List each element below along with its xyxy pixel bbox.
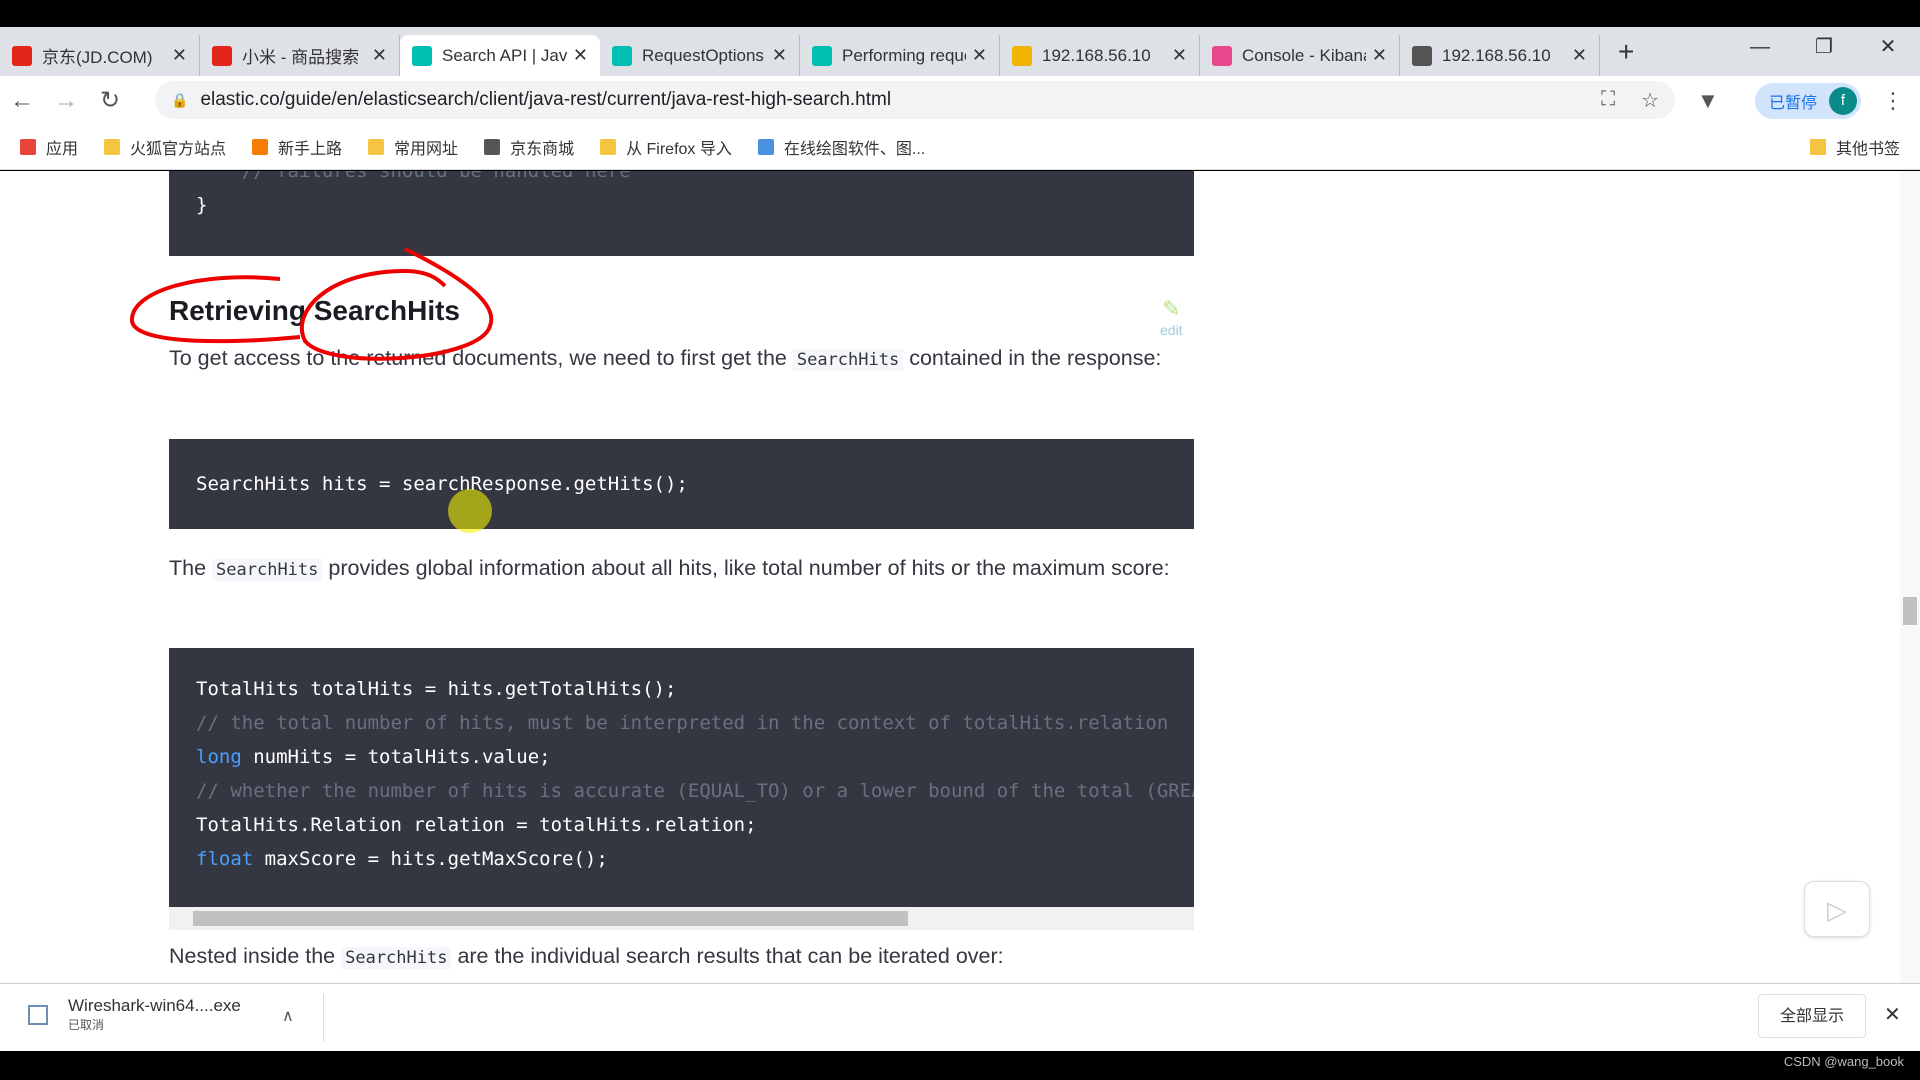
bookmark-label: 京东商城 xyxy=(510,141,575,158)
paused-label: 已暂停 xyxy=(1769,95,1818,112)
folder-icon xyxy=(1809,139,1826,155)
address-bar[interactable]: 🔒 elastic.co/guide/en/elasticsearch/clie… xyxy=(155,81,1675,119)
tab[interactable]: Performing requests ✕ xyxy=(800,35,1000,76)
tab[interactable]: 192.168.56.10 ✕ xyxy=(1000,35,1200,76)
globe-icon xyxy=(1412,45,1432,66)
bookmark-label: 应用 xyxy=(46,141,79,158)
bookmark[interactable]: 常用网址 xyxy=(368,135,458,159)
elastic-icon xyxy=(612,45,632,66)
kibana-icon xyxy=(1212,45,1232,66)
tab-title: 192.168.56.10 xyxy=(1442,45,1551,65)
download-status: 已取消 xyxy=(68,1018,105,1032)
window-controls: — ❐ ✕ xyxy=(1728,27,1920,67)
tab[interactable]: RequestOptions ✕ xyxy=(600,35,800,76)
bookmark[interactable]: 在线绘图软件、图... xyxy=(757,135,926,159)
bookmark[interactable]: 应用 xyxy=(20,135,78,159)
tab-title: Performing requests xyxy=(842,45,966,65)
bookmark-label: 常用网址 xyxy=(394,141,459,158)
bookmark-label: 其他书签 xyxy=(1835,141,1900,158)
bookmark-label: 从 Firefox 导入 xyxy=(626,141,732,158)
bookmark-icon xyxy=(600,139,617,155)
tab[interactable]: 京东(JD.COM) ✕ xyxy=(0,35,200,76)
divider xyxy=(323,994,324,1042)
top-bar xyxy=(0,0,1920,27)
tab-close-icon[interactable]: ✕ xyxy=(573,45,588,66)
cursor-highlight xyxy=(448,489,492,533)
elasticsearch-icon xyxy=(1012,45,1032,66)
tab-title: RequestOptions xyxy=(642,45,764,65)
tab[interactable]: 小米 - 商品搜索 ✕ xyxy=(200,35,400,76)
tab[interactable]: Search API | Java ✕ xyxy=(400,35,600,76)
tab-close-icon[interactable]: ✕ xyxy=(1372,45,1387,66)
bookmark[interactable]: 火狐官方站点 xyxy=(104,135,226,159)
bookmark-label: 在线绘图软件、图... xyxy=(783,141,926,158)
tab-strip: 京东(JD.COM) ✕ 小米 - 商品搜索 ✕ Search API | Java ✕ R… xyxy=(0,27,1920,76)
profile-paused-button[interactable]: 已暂停 f xyxy=(1755,83,1861,119)
annotation-circle xyxy=(299,247,494,361)
bookmark-icon xyxy=(252,139,269,155)
tab-title: 192.168.56.10 xyxy=(1042,45,1151,65)
show-all-button[interactable]: 全部显示 xyxy=(1758,994,1866,1038)
bookmarks-bar: 应用 火狐官方站点 新手上路 常用网址 京东商城 从 Firefox 导入 在线绘图软件、图… xyxy=(0,125,1920,170)
page-scrollbar[interactable] xyxy=(1900,171,1920,983)
toolbar: ← → ↻ 🔒 elastic.co/guide/en/elasticsearc… xyxy=(0,76,1920,125)
annotation-circle xyxy=(129,275,301,344)
video-play-button[interactable]: ▷ xyxy=(1804,881,1870,937)
bookmark-label: 火狐官方站点 xyxy=(130,141,227,158)
bookmark-other[interactable]: 其他书签 xyxy=(1809,135,1900,159)
bookmark[interactable]: 从 Firefox 导入 xyxy=(600,135,732,159)
jd-icon xyxy=(12,45,32,66)
tab-close-icon[interactable]: ✕ xyxy=(1572,45,1587,66)
extension-icon[interactable]: ▼ xyxy=(1697,88,1719,114)
jd-icon xyxy=(212,45,232,66)
bookmark-icon xyxy=(484,139,501,155)
menu-icon[interactable]: ⋮ xyxy=(1882,88,1904,114)
download-filename: Wireshark-win64....exe xyxy=(68,996,241,1015)
downloads-bar: Wireshark-win64....exe 已取消 ∧ 全部显示 ✕ xyxy=(0,983,1920,1051)
bookmark-icon xyxy=(104,139,121,155)
file-icon xyxy=(28,1004,48,1025)
red-annotation xyxy=(129,247,494,533)
reload-button[interactable]: ↻ xyxy=(88,86,132,115)
chevron-up-icon[interactable]: ∧ xyxy=(282,1006,294,1026)
elastic-icon xyxy=(812,45,832,66)
restore-button[interactable]: ❐ xyxy=(1792,27,1856,67)
download-item[interactable]: Wireshark-win64....exe 已取消 xyxy=(28,996,241,1033)
bookmark[interactable]: 新手上路 xyxy=(252,135,342,159)
lock-icon: 🔒 xyxy=(171,91,189,108)
tab-title: 京东(JD.COM) xyxy=(42,48,153,67)
watermark: CSDN @wang_book xyxy=(1783,1054,1904,1069)
back-button[interactable]: ← xyxy=(0,87,44,115)
scrollbar-thumb[interactable] xyxy=(1903,597,1917,625)
tab-title: Search API | Java xyxy=(442,45,567,65)
bookmark-label: 新手上路 xyxy=(278,141,343,158)
minimize-button[interactable]: — xyxy=(1728,27,1792,67)
close-icon[interactable]: ✕ xyxy=(1884,1002,1901,1027)
forward-button[interactable]: → xyxy=(44,87,88,115)
bookmark-icon xyxy=(368,139,385,155)
tab-close-icon[interactable]: ✕ xyxy=(372,45,387,66)
tab-title: 小米 - 商品搜索 xyxy=(242,48,360,67)
new-tab-button[interactable]: + xyxy=(1618,36,1634,68)
tab[interactable]: Console - Kibana ✕ xyxy=(1200,35,1400,76)
tab-close-icon[interactable]: ✕ xyxy=(972,45,987,66)
tab-close-icon[interactable]: ✕ xyxy=(172,45,187,66)
elastic-icon xyxy=(412,45,432,66)
translate-icon[interactable]: ⛶ xyxy=(1601,88,1615,113)
page-content: // failures should be handled here} Retr… xyxy=(0,171,1920,983)
tab-close-icon[interactable]: ✕ xyxy=(1172,45,1187,66)
bookmark-icon xyxy=(757,139,774,155)
url-text: elastic.co/guide/en/elasticsearch/client… xyxy=(200,89,892,110)
tab[interactable]: 192.168.56.10 ✕ xyxy=(1400,35,1600,76)
close-window-button[interactable]: ✕ xyxy=(1856,27,1920,67)
tab-title: Console - Kibana xyxy=(1242,45,1366,65)
tab-close-icon[interactable]: ✕ xyxy=(772,45,787,66)
star-icon[interactable]: ☆ xyxy=(1641,88,1659,113)
apps-icon xyxy=(20,139,36,155)
bookmark[interactable]: 京东商城 xyxy=(484,135,574,159)
avatar: f xyxy=(1829,87,1857,115)
